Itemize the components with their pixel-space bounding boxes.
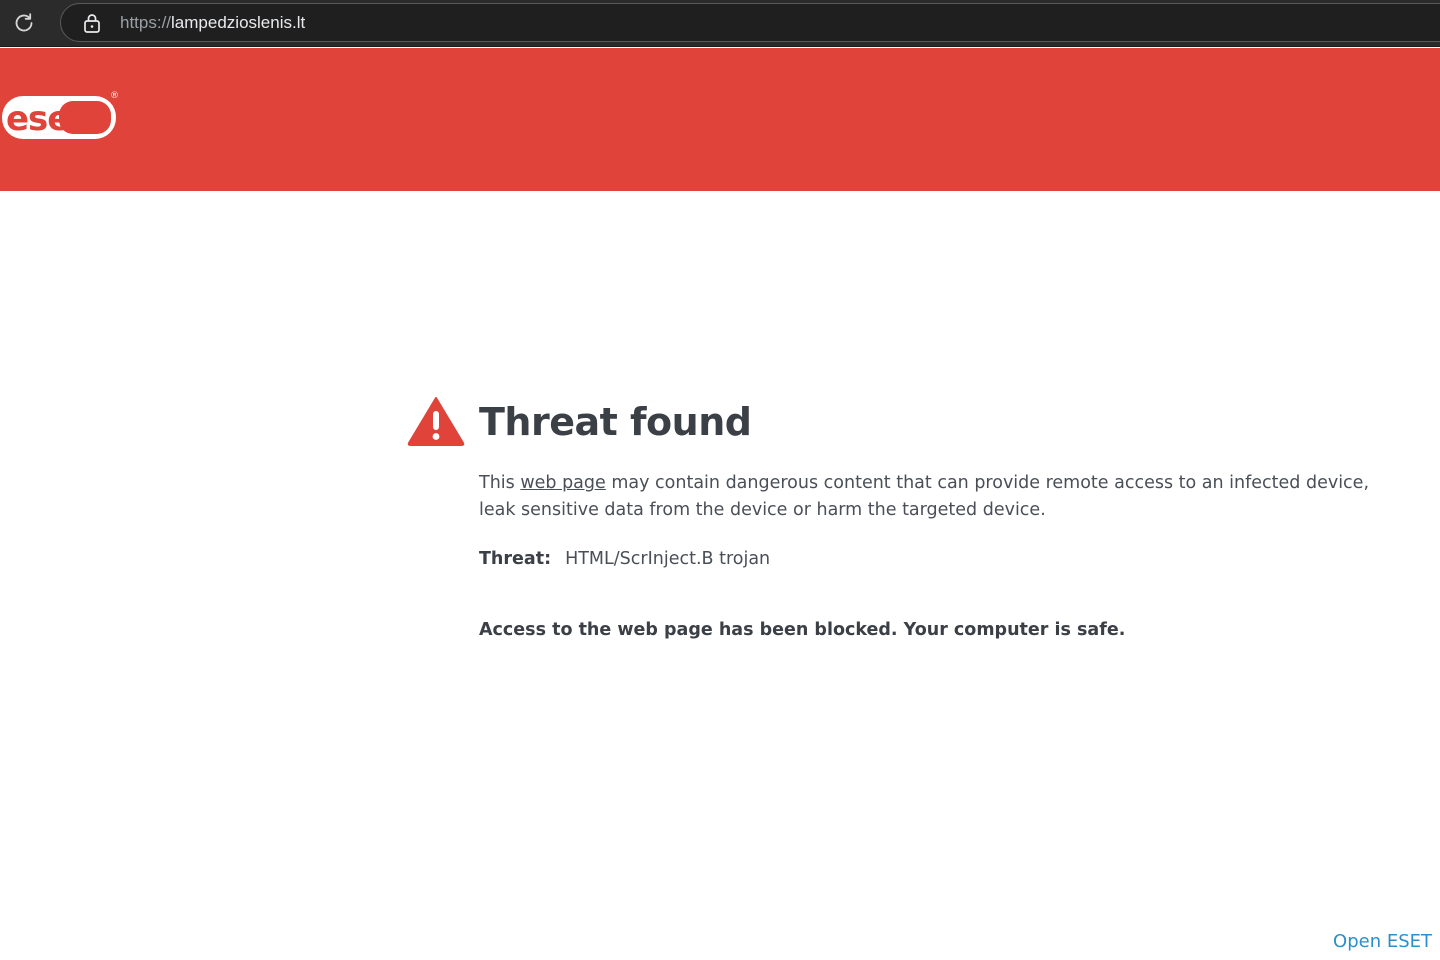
web-page-link[interactable]: web page	[520, 473, 605, 493]
url-text[interactable]: https://lampedzioslenis.lt	[120, 12, 305, 34]
url-scheme: https://	[120, 13, 172, 32]
eset-logo-text: eset	[6, 99, 85, 139]
address-bar[interactable]: https://lampedzioslenis.lt	[60, 3, 1440, 42]
eset-logo: eset ®	[2, 91, 119, 139]
blocked-message: Access to the web page has been blocked.…	[479, 620, 1126, 640]
open-eset-link[interactable]: Open ESET	[1333, 929, 1432, 955]
threat-description: This web page may contain dangerous cont…	[479, 470, 1379, 524]
reload-icon	[15, 13, 33, 32]
threat-detail: Threat: HTML/ScrInject.B trojan	[479, 546, 770, 573]
browser-toolbar: https://lampedzioslenis.lt	[0, 0, 1440, 47]
url-host: lampedzioslenis.lt	[171, 13, 306, 32]
registered-mark: ®	[110, 91, 119, 101]
threat-value: HTML/ScrInject.B trojan	[565, 549, 771, 569]
brand-header: eset ®	[0, 48, 1440, 191]
warning-triangle-icon	[407, 397, 465, 446]
threat-label: Threat:	[479, 549, 552, 569]
lock-icon[interactable]	[81, 12, 103, 34]
description-before: This	[479, 473, 521, 493]
page-title: Threat found	[479, 400, 752, 444]
reload-button[interactable]	[8, 8, 40, 38]
description-after: may contain dangerous content that can p…	[479, 473, 1370, 520]
